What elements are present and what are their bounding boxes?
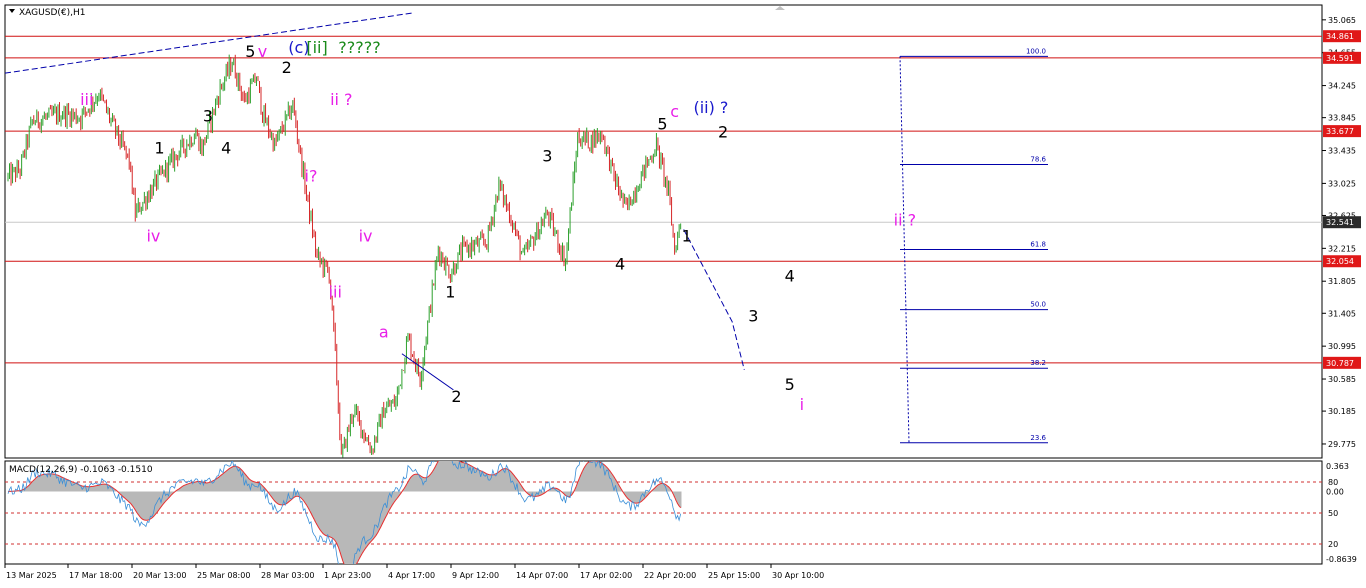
macd-axis-label: -0.8639 bbox=[1326, 555, 1357, 564]
y-tick-label: 33.845 bbox=[1328, 114, 1356, 123]
macd-header: MACD(12,26,9) -0.1063 -0.1510 bbox=[9, 465, 153, 475]
wave-label: iii bbox=[329, 283, 342, 302]
wave-label: 3 bbox=[203, 106, 213, 125]
x-tick-label: 20 Mar 13:00 bbox=[133, 571, 186, 580]
wave-label: 4 bbox=[221, 138, 231, 157]
symbol-header[interactable]: XAGUSD(€),H1 bbox=[9, 8, 85, 18]
fib-level-label: 78.6 bbox=[1030, 156, 1046, 164]
symbol-label: XAGUSD(€),H1 bbox=[19, 8, 85, 18]
y-tick-label: 33.435 bbox=[1328, 147, 1356, 156]
y-tick-label: 30.995 bbox=[1328, 342, 1356, 351]
wave-label: 5 bbox=[245, 42, 255, 61]
price-panel[interactable] bbox=[4, 4, 1323, 459]
y-tick-label: 31.405 bbox=[1328, 309, 1356, 318]
wave-label: (ii) ? bbox=[693, 98, 728, 117]
price-tag-label: 33.677 bbox=[1326, 127, 1354, 136]
macd-panel[interactable] bbox=[4, 460, 1323, 565]
x-tick-label: 1 Apr 23:00 bbox=[324, 571, 371, 580]
wave-label: 5 bbox=[785, 375, 795, 394]
wave-label: 2 bbox=[282, 58, 292, 77]
wave-label: ????? bbox=[338, 38, 380, 57]
wave-label: 4 bbox=[785, 267, 795, 286]
fib-level-label: 61.8 bbox=[1030, 241, 1046, 249]
fib-level-label: 100.0 bbox=[1026, 47, 1046, 55]
x-tick-label: 17 Mar 18:00 bbox=[69, 571, 122, 580]
y-tick-label: 34.245 bbox=[1328, 82, 1356, 91]
price-tag-label: 30.787 bbox=[1326, 359, 1354, 368]
fib-level-label: 38.2 bbox=[1030, 359, 1046, 367]
macd-level-label: 20 bbox=[1328, 540, 1338, 549]
price-tag-label: 34.591 bbox=[1326, 54, 1354, 63]
x-tick-label: 4 Apr 17:00 bbox=[388, 571, 435, 580]
y-tick-label: 31.805 bbox=[1328, 277, 1356, 286]
wave-label: iii bbox=[80, 90, 93, 109]
wave-label: a bbox=[379, 323, 389, 342]
wave-label: [ii] bbox=[306, 38, 327, 57]
wave-label: ii ? bbox=[330, 90, 352, 109]
x-tick-label: 28 Mar 03:00 bbox=[261, 571, 314, 580]
fib-level-label: 23.6 bbox=[1030, 434, 1046, 442]
macd-axis-label: 0.00 bbox=[1326, 487, 1344, 496]
y-tick-label: 33.025 bbox=[1328, 179, 1356, 188]
x-tick-label: 25 Mar 08:00 bbox=[197, 571, 250, 580]
fib-level-label: 50.0 bbox=[1030, 301, 1046, 309]
y-tick-label: 32.215 bbox=[1328, 244, 1356, 253]
x-tick-label: 22 Apr 20:00 bbox=[644, 571, 696, 580]
macd-axis-label: 0.363 bbox=[1326, 462, 1349, 471]
price-tag-label: 32.054 bbox=[1326, 257, 1354, 266]
y-tick-label: 30.185 bbox=[1328, 407, 1356, 416]
wave-label: iv bbox=[146, 227, 160, 246]
x-tick-label: 17 Apr 02:00 bbox=[580, 571, 632, 580]
wave-label: 3 bbox=[542, 146, 552, 165]
y-tick-label: 35.065 bbox=[1328, 16, 1356, 25]
wave-label: 1 bbox=[154, 138, 164, 157]
wave-label: iv bbox=[359, 227, 373, 246]
y-tick-label: 30.585 bbox=[1328, 375, 1356, 384]
wave-label: 4 bbox=[615, 255, 625, 274]
x-tick-label: 25 Apr 15:00 bbox=[708, 571, 760, 580]
wave-label: 1 bbox=[682, 227, 692, 246]
wave-label: 3 bbox=[748, 307, 758, 326]
x-tick-label: 13 Mar 2025 bbox=[6, 571, 57, 580]
wave-label: i bbox=[800, 395, 804, 414]
wave-label: 5 bbox=[657, 114, 667, 133]
wave-label: i? bbox=[305, 166, 318, 185]
x-tick-label: 30 Apr 10:00 bbox=[772, 571, 824, 580]
macd-level-label: 50 bbox=[1328, 509, 1338, 518]
wave-label: 2 bbox=[718, 122, 728, 141]
price-tag-label: 34.861 bbox=[1326, 32, 1354, 41]
current-price-tag-label: 32.541 bbox=[1326, 218, 1354, 227]
y-tick-label: 29.775 bbox=[1328, 440, 1356, 449]
x-tick-label: 9 Apr 12:00 bbox=[452, 571, 499, 580]
chart-root: 100.078.661.850.038.223.6 35.06534.65534… bbox=[0, 0, 1366, 588]
wave-label: 1 bbox=[445, 283, 455, 302]
wave-label: ii ? bbox=[894, 210, 916, 229]
x-tick-label: 14 Apr 07:00 bbox=[516, 571, 568, 580]
wave-label: c bbox=[670, 102, 679, 121]
macd-level-label: 80 bbox=[1328, 478, 1338, 487]
wave-label: v bbox=[258, 42, 267, 61]
wave-label: 2 bbox=[451, 387, 461, 406]
